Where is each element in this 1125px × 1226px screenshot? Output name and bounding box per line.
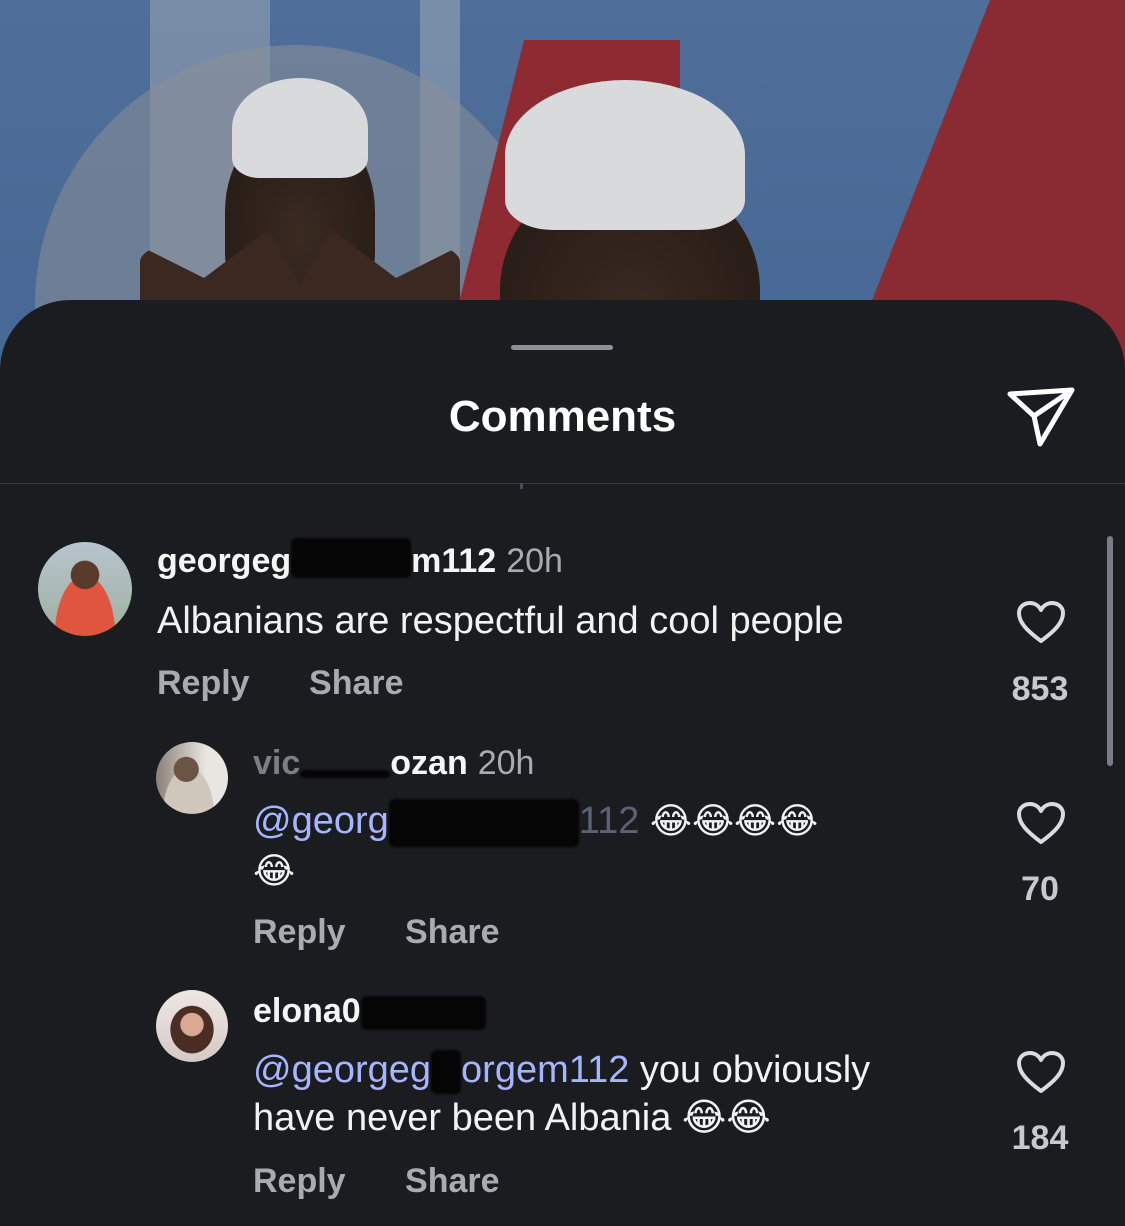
- header-divider: [0, 483, 1125, 484]
- white-cap: [505, 80, 745, 230]
- comment-actions: Reply Share: [253, 913, 500, 952]
- send-paper-plane-icon[interactable]: [1004, 384, 1078, 450]
- comment-actions: Reply Share: [253, 1162, 500, 1201]
- sheet-title: Comments: [448, 392, 677, 441]
- username[interactable]: elona0: [253, 992, 486, 1031]
- comment-text: @georgeg orgem112 you obviously have neve…: [253, 1049, 871, 1139]
- emoji-laughing: 😂: [253, 850, 296, 892]
- like-count: 70: [1021, 870, 1059, 908]
- comments-screen: Comments georgeg m112 20h Albanians are re…: [0, 0, 1125, 1226]
- divider-tick: [520, 483, 523, 489]
- avatar[interactable]: [38, 542, 132, 636]
- reply-button[interactable]: Reply: [157, 664, 250, 703]
- redaction-block: [300, 770, 391, 779]
- comment-header: vic ozan 20h: [253, 744, 534, 783]
- username[interactable]: georgeg m112: [157, 538, 496, 580]
- avatar[interactable]: [156, 742, 228, 814]
- share-button[interactable]: Share: [405, 1162, 500, 1201]
- mention-link[interactable]: @georg 112: [253, 798, 639, 847]
- mention-link[interactable]: @georgeg orgem112: [253, 1049, 629, 1094]
- redaction-block: [431, 1049, 462, 1094]
- scrollbar[interactable]: [1107, 536, 1113, 766]
- avatar[interactable]: [156, 990, 228, 1062]
- reply-button[interactable]: Reply: [253, 913, 346, 952]
- heart-outline-icon[interactable]: [1016, 801, 1066, 845]
- emoji-laughing: 😂😂😂😂: [649, 801, 819, 842]
- reply-button[interactable]: Reply: [253, 1162, 346, 1201]
- timestamp: 20h: [477, 744, 535, 782]
- comment-header: elona0: [253, 992, 486, 1031]
- comments-sheet: Comments georgeg m112 20h Albanians are re…: [0, 300, 1125, 1226]
- sheet-grabber[interactable]: [511, 345, 613, 350]
- redaction-block: [388, 798, 579, 847]
- heart-outline-icon[interactable]: [1016, 600, 1066, 644]
- like-count: 853: [1011, 670, 1069, 708]
- comment-text: Albanians are respectful and cool people: [157, 600, 844, 642]
- share-button[interactable]: Share: [309, 664, 404, 703]
- heart-outline-icon[interactable]: [1016, 1050, 1066, 1094]
- comment-text: @georg 112 😂😂😂😂 😂: [253, 797, 953, 896]
- comment-header: georgeg m112 20h: [157, 538, 563, 581]
- username[interactable]: vic ozan: [253, 744, 468, 782]
- comment-actions: Reply Share: [157, 664, 404, 703]
- share-button[interactable]: Share: [405, 913, 500, 952]
- like-count: 184: [1011, 1119, 1069, 1157]
- white-cap: [232, 78, 368, 178]
- redaction-block: [360, 996, 486, 1031]
- redaction-block: [291, 538, 412, 579]
- timestamp: 20h: [506, 542, 563, 580]
